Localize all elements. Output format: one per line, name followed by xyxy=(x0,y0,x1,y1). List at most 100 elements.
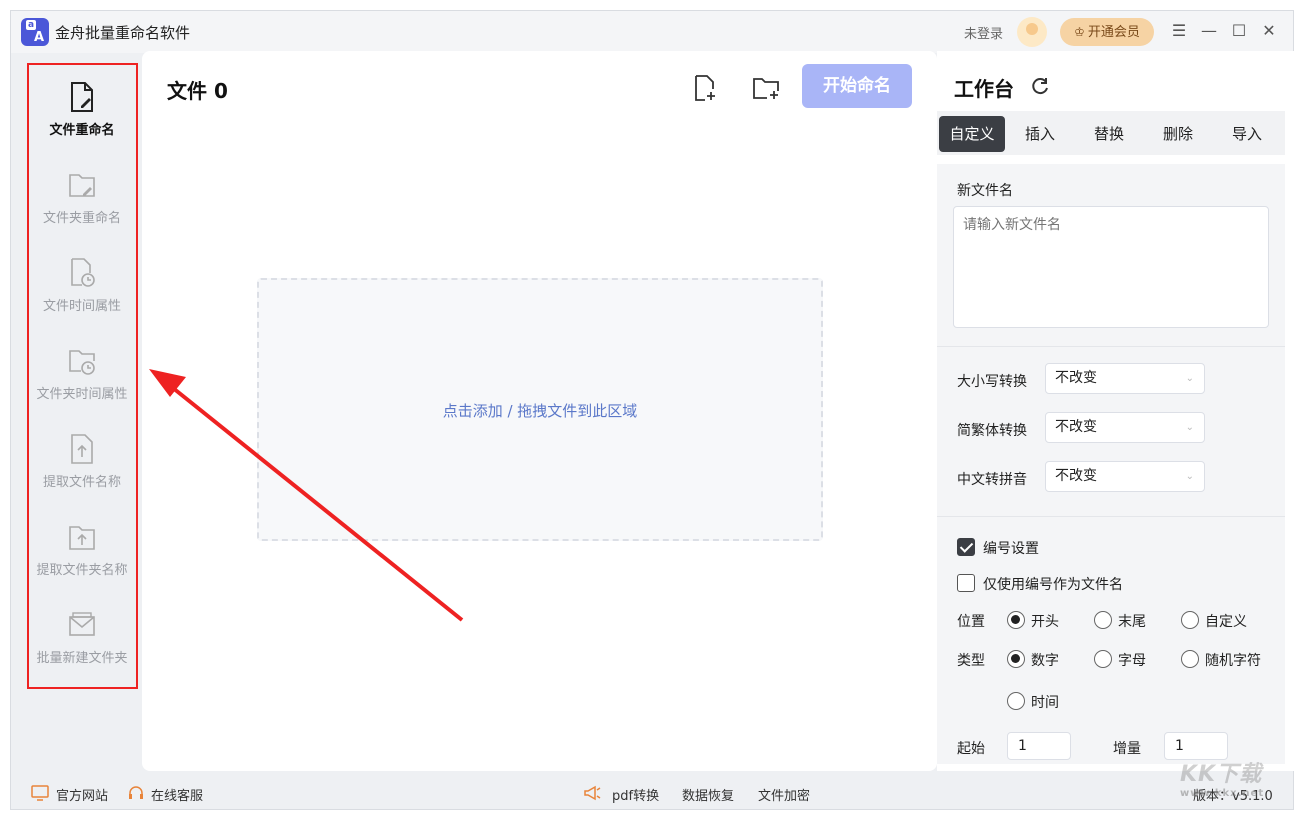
title-bar: aA 金舟批量重命名软件 未登录 ♔ 开通会员 ☰ — ☐ ✕ xyxy=(11,11,1293,53)
close-icon[interactable]: ✕ xyxy=(1258,20,1280,42)
position-end-label: 末尾 xyxy=(1118,614,1146,630)
sidebar-item-extract-file[interactable]: 提取文件名称 xyxy=(23,433,141,513)
app-logo-icon: aA xyxy=(21,18,49,46)
watermark-text: KK下载 xyxy=(1180,762,1263,787)
folder-edit-icon xyxy=(69,174,95,197)
new-name-input[interactable] xyxy=(953,206,1269,328)
sidebar-item-label: 文件夹重命名 xyxy=(42,211,121,226)
type-letter-radio[interactable] xyxy=(1094,650,1112,668)
chevron-down-icon: ⌄ xyxy=(1185,471,1194,482)
status-bar: 官方网站 在线客服 pdf转换 数据恢复 文件加密 版本：v5.1.0 xyxy=(11,779,1295,811)
sidebar-item-folder-rename[interactable]: 文件夹重命名 xyxy=(23,169,141,249)
case-convert-value: 不改变 xyxy=(1055,370,1097,386)
monitor-icon xyxy=(31,785,49,801)
file-drop-zone[interactable]: 点击添加 / 拖拽文件到此区域 xyxy=(257,278,823,541)
maximize-icon[interactable]: ☐ xyxy=(1228,20,1250,42)
position-start-radio[interactable] xyxy=(1007,611,1025,629)
pinyin-convert-label: 中文转拼音 xyxy=(957,472,1027,488)
workbench-title: 工作台 xyxy=(954,77,1014,101)
workbench-tabs: 自定义 插入 替换 删除 导入 xyxy=(937,111,1285,155)
minimize-icon[interactable]: — xyxy=(1198,20,1220,42)
simp-trad-convert-value: 不改变 xyxy=(1055,419,1097,435)
tab-delete[interactable]: 删除 xyxy=(1145,116,1211,152)
sidebar-item-label: 文件时间属性 xyxy=(42,299,121,314)
headset-icon xyxy=(129,786,143,799)
simp-trad-convert-select[interactable]: 不改变 ⌄ xyxy=(1045,412,1205,443)
file-clock-icon xyxy=(71,258,95,287)
app-window: aA 金舟批量重命名软件 未登录 ♔ 开通会员 ☰ — ☐ ✕ 文件重命名 文件夹… xyxy=(10,10,1295,811)
folder-new-icon xyxy=(69,612,95,636)
position-custom-radio[interactable] xyxy=(1181,611,1199,629)
divider xyxy=(937,516,1285,517)
file-edit-icon xyxy=(71,82,93,112)
number-only-checkbox[interactable] xyxy=(957,574,975,592)
crown-icon: ♔ xyxy=(1074,25,1085,39)
file-count: 文件 0 xyxy=(167,79,228,103)
start-label: 起始 xyxy=(957,741,985,757)
sidebar-item-label: 提取文件夹名称 xyxy=(36,563,128,578)
official-website-link[interactable]: 官方网站 xyxy=(56,785,108,804)
pinyin-convert-select[interactable]: 不改变 ⌄ xyxy=(1045,461,1205,492)
position-end-radio[interactable] xyxy=(1094,611,1112,629)
add-file-icon[interactable] xyxy=(689,73,719,103)
position-custom-label: 自定义 xyxy=(1205,614,1247,630)
numbering-label: 编号设置 xyxy=(983,541,1039,557)
type-number-radio[interactable] xyxy=(1007,650,1025,668)
watermark-url: www.kkx.net xyxy=(1180,788,1265,799)
data-recovery-link[interactable]: 数据恢复 xyxy=(682,785,734,804)
file-encrypt-link[interactable]: 文件加密 xyxy=(758,785,810,804)
position-start-label: 开头 xyxy=(1031,614,1059,630)
start-number-input[interactable]: 1 xyxy=(1007,732,1071,760)
refresh-icon[interactable] xyxy=(1029,75,1051,97)
sidebar-item-label: 批量新建文件夹 xyxy=(36,651,128,666)
chevron-down-icon: ⌄ xyxy=(1185,373,1194,384)
watermark: KK下载 www.kkx.net xyxy=(1180,756,1264,799)
folder-upload-icon xyxy=(69,526,95,550)
workbench-panel: 工作台 自定义 插入 替换 删除 导入 新文件名 大小写转换 不改变 ⌄ 简繁体转… xyxy=(937,51,1295,771)
type-number-label: 数字 xyxy=(1031,653,1059,669)
sidebar-item-new-folder[interactable]: 批量新建文件夹 xyxy=(23,609,141,689)
type-letter-label: 字母 xyxy=(1118,653,1146,669)
login-status[interactable]: 未登录 xyxy=(964,23,1003,42)
tab-import[interactable]: 导入 xyxy=(1214,116,1280,152)
add-folder-icon[interactable] xyxy=(751,73,781,103)
simp-trad-convert-label: 简繁体转换 xyxy=(957,423,1027,439)
sidebar-item-file-rename[interactable]: 文件重命名 xyxy=(23,81,141,161)
start-rename-button[interactable]: 开始命名 xyxy=(802,64,912,108)
divider xyxy=(937,346,1285,347)
numbering-checkbox[interactable] xyxy=(957,538,975,556)
number-only-label: 仅使用编号作为文件名 xyxy=(983,577,1123,593)
avatar[interactable] xyxy=(1017,17,1047,47)
sidebar-item-file-time[interactable]: 文件时间属性 xyxy=(23,257,141,337)
tab-replace[interactable]: 替换 xyxy=(1076,116,1142,152)
case-convert-select[interactable]: 不改变 ⌄ xyxy=(1045,363,1205,394)
sidebar: 文件重命名 文件夹重命名 文件时间属性 文件夹时间属性 提取文件名称 提取文件夹… xyxy=(23,53,141,769)
folder-clock-icon xyxy=(69,350,95,375)
sidebar-item-label: 文件夹时间属性 xyxy=(36,387,128,402)
type-time-radio[interactable] xyxy=(1007,692,1025,710)
sidebar-item-folder-time[interactable]: 文件夹时间属性 xyxy=(23,345,141,425)
position-label: 位置 xyxy=(957,614,985,630)
tab-custom[interactable]: 自定义 xyxy=(939,116,1005,152)
vip-button[interactable]: ♔ 开通会员 xyxy=(1060,18,1154,46)
online-support-link[interactable]: 在线客服 xyxy=(151,785,203,804)
sidebar-item-label: 提取文件名称 xyxy=(42,475,121,490)
step-label: 增量 xyxy=(1113,741,1141,757)
pdf-convert-link[interactable]: pdf转换 xyxy=(612,785,659,804)
vip-button-label: 开通会员 xyxy=(1087,25,1140,40)
file-upload-icon xyxy=(71,434,93,464)
main-panel: 文件 0 开始命名 点击添加 / 拖拽文件到此区域 xyxy=(142,51,937,771)
menu-icon[interactable]: ☰ xyxy=(1168,20,1190,42)
megaphone-icon xyxy=(584,785,601,801)
new-name-label: 新文件名 xyxy=(957,183,1013,199)
type-random-radio[interactable] xyxy=(1181,650,1199,668)
custom-settings-panel: 新文件名 大小写转换 不改变 ⌄ 简繁体转换 不改变 ⌄ 中文转拼音 不改变 ⌄ 编号… xyxy=(937,164,1285,764)
type-label: 类型 xyxy=(957,653,985,669)
type-random-label: 随机字符 xyxy=(1205,653,1261,669)
drop-zone-text: 点击添加 / 拖拽文件到此区域 xyxy=(442,402,638,420)
case-convert-label: 大小写转换 xyxy=(957,374,1027,390)
sidebar-item-label: 文件重命名 xyxy=(49,123,115,138)
sidebar-item-extract-folder[interactable]: 提取文件夹名称 xyxy=(23,521,141,601)
tab-insert[interactable]: 插入 xyxy=(1007,116,1073,152)
pinyin-convert-value: 不改变 xyxy=(1055,468,1097,484)
